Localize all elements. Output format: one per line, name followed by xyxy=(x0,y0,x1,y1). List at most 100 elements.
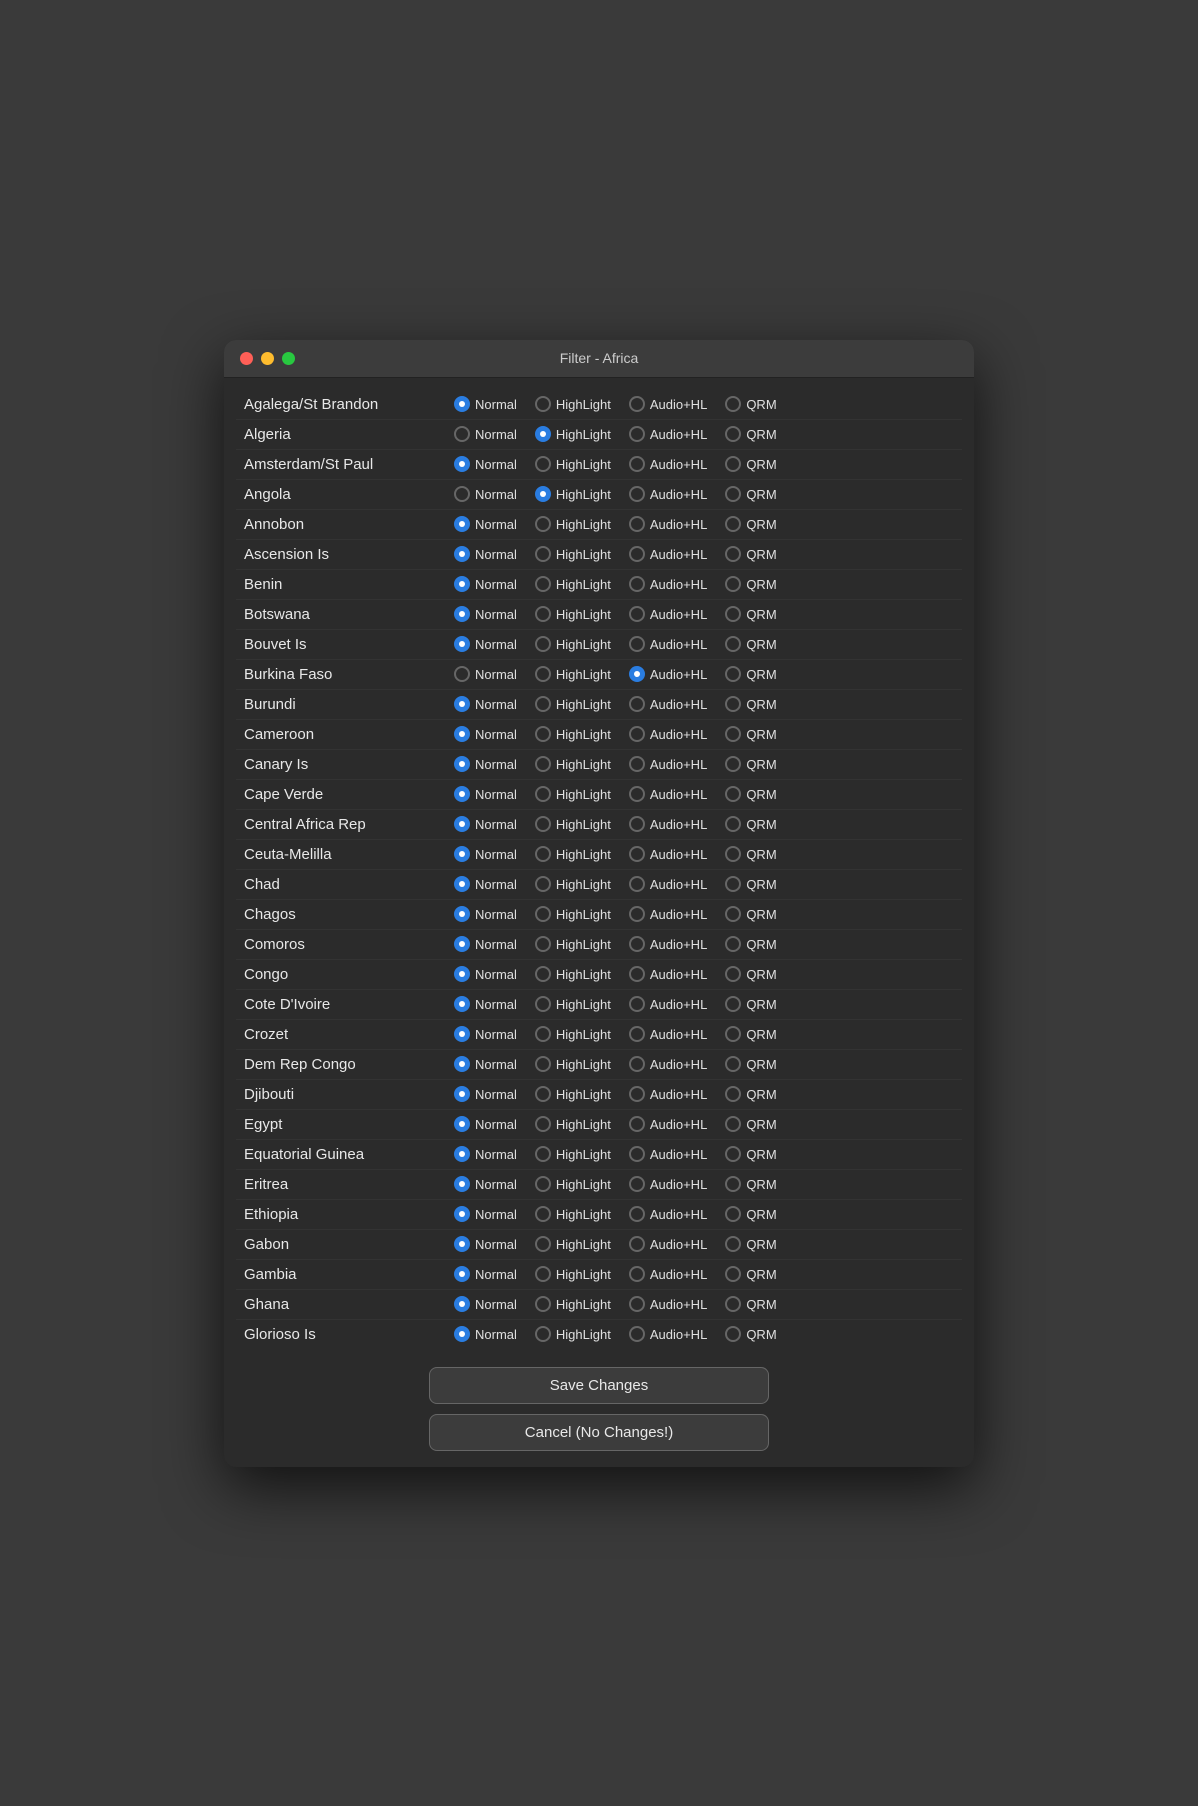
radio-circle[interactable] xyxy=(535,906,551,922)
scroll-area[interactable]: Agalega/St BrandonNormalHighLightAudio+H… xyxy=(236,390,962,1349)
radio-circle[interactable] xyxy=(725,606,741,622)
radio-circle[interactable] xyxy=(454,756,470,772)
radio-option[interactable]: HighLight xyxy=(535,516,611,532)
radio-circle[interactable] xyxy=(629,1056,645,1072)
radio-option[interactable]: HighLight xyxy=(535,846,611,862)
radio-circle[interactable] xyxy=(725,1296,741,1312)
radio-circle[interactable] xyxy=(629,786,645,802)
radio-circle[interactable] xyxy=(629,1146,645,1162)
radio-circle[interactable] xyxy=(725,1146,741,1162)
radio-option[interactable]: Audio+HL xyxy=(629,1056,707,1072)
radio-option[interactable]: Normal xyxy=(454,846,517,862)
radio-option[interactable]: HighLight xyxy=(535,576,611,592)
radio-circle[interactable] xyxy=(629,1296,645,1312)
radio-circle[interactable] xyxy=(629,1326,645,1342)
radio-option[interactable]: QRM xyxy=(725,726,776,742)
radio-option[interactable]: QRM xyxy=(725,1176,776,1192)
radio-circle[interactable] xyxy=(454,996,470,1012)
radio-option[interactable]: Audio+HL xyxy=(629,696,707,712)
radio-option[interactable]: HighLight xyxy=(535,1116,611,1132)
radio-option[interactable]: Normal xyxy=(454,1266,517,1282)
radio-option[interactable]: QRM xyxy=(725,996,776,1012)
radio-circle[interactable] xyxy=(629,1026,645,1042)
radio-circle[interactable] xyxy=(454,516,470,532)
radio-option[interactable]: QRM xyxy=(725,1236,776,1252)
radio-circle[interactable] xyxy=(535,1326,551,1342)
radio-option[interactable]: HighLight xyxy=(535,726,611,742)
radio-option[interactable]: QRM xyxy=(725,486,776,502)
radio-option[interactable]: QRM xyxy=(725,606,776,622)
radio-option[interactable]: Normal xyxy=(454,636,517,652)
radio-option[interactable]: HighLight xyxy=(535,1266,611,1282)
radio-option[interactable]: Normal xyxy=(454,456,517,472)
cancel-button[interactable]: Cancel (No Changes!) xyxy=(429,1414,769,1451)
radio-circle[interactable] xyxy=(535,516,551,532)
radio-option[interactable]: HighLight xyxy=(535,396,611,412)
radio-option[interactable]: Normal xyxy=(454,1326,517,1342)
radio-option[interactable]: HighLight xyxy=(535,996,611,1012)
radio-option[interactable]: Normal xyxy=(454,1116,517,1132)
radio-option[interactable]: HighLight xyxy=(535,1056,611,1072)
radio-option[interactable]: Normal xyxy=(454,1056,517,1072)
radio-circle[interactable] xyxy=(454,906,470,922)
radio-option[interactable]: HighLight xyxy=(535,456,611,472)
radio-option[interactable]: HighLight xyxy=(535,696,611,712)
radio-option[interactable]: QRM xyxy=(725,456,776,472)
radio-option[interactable]: QRM xyxy=(725,1206,776,1222)
radio-circle[interactable] xyxy=(454,1326,470,1342)
radio-option[interactable]: Normal xyxy=(454,876,517,892)
radio-option[interactable]: Audio+HL xyxy=(629,1116,707,1132)
radio-option[interactable]: Audio+HL xyxy=(629,756,707,772)
radio-circle[interactable] xyxy=(454,456,470,472)
radio-option[interactable]: QRM xyxy=(725,636,776,652)
maximize-button[interactable] xyxy=(282,352,295,365)
radio-option[interactable]: Normal xyxy=(454,1146,517,1162)
radio-option[interactable]: HighLight xyxy=(535,1206,611,1222)
radio-option[interactable]: Normal xyxy=(454,1176,517,1192)
radio-option[interactable]: Audio+HL xyxy=(629,426,707,442)
radio-circle[interactable] xyxy=(629,696,645,712)
radio-option[interactable]: Audio+HL xyxy=(629,876,707,892)
radio-option[interactable]: HighLight xyxy=(535,1086,611,1102)
radio-circle[interactable] xyxy=(535,966,551,982)
radio-option[interactable]: Audio+HL xyxy=(629,1266,707,1282)
radio-circle[interactable] xyxy=(725,666,741,682)
radio-circle[interactable] xyxy=(454,1146,470,1162)
radio-option[interactable]: HighLight xyxy=(535,1176,611,1192)
radio-circle[interactable] xyxy=(454,966,470,982)
radio-circle[interactable] xyxy=(629,876,645,892)
radio-option[interactable]: QRM xyxy=(725,426,776,442)
radio-circle[interactable] xyxy=(535,696,551,712)
radio-option[interactable]: QRM xyxy=(725,576,776,592)
radio-circle[interactable] xyxy=(535,1116,551,1132)
radio-option[interactable]: HighLight xyxy=(535,546,611,562)
radio-circle[interactable] xyxy=(725,1266,741,1282)
radio-option[interactable]: Normal xyxy=(454,1296,517,1312)
radio-circle[interactable] xyxy=(629,1116,645,1132)
radio-circle[interactable] xyxy=(535,1086,551,1102)
radio-circle[interactable] xyxy=(725,756,741,772)
radio-circle[interactable] xyxy=(629,1206,645,1222)
radio-circle[interactable] xyxy=(629,396,645,412)
radio-option[interactable]: QRM xyxy=(725,756,776,772)
radio-option[interactable]: HighLight xyxy=(535,816,611,832)
radio-circle[interactable] xyxy=(454,726,470,742)
radio-option[interactable]: Audio+HL xyxy=(629,996,707,1012)
radio-circle[interactable] xyxy=(725,996,741,1012)
radio-option[interactable]: Audio+HL xyxy=(629,666,707,682)
radio-option[interactable]: Normal xyxy=(454,546,517,562)
radio-option[interactable]: Audio+HL xyxy=(629,1146,707,1162)
radio-circle[interactable] xyxy=(725,876,741,892)
radio-option[interactable]: HighLight xyxy=(535,1296,611,1312)
radio-circle[interactable] xyxy=(725,906,741,922)
radio-circle[interactable] xyxy=(454,1056,470,1072)
radio-option[interactable]: Normal xyxy=(454,1236,517,1252)
radio-option[interactable]: Normal xyxy=(454,666,517,682)
radio-option[interactable]: Audio+HL xyxy=(629,936,707,952)
radio-option[interactable]: Audio+HL xyxy=(629,846,707,862)
radio-option[interactable]: Audio+HL xyxy=(629,816,707,832)
minimize-button[interactable] xyxy=(261,352,274,365)
radio-option[interactable]: QRM xyxy=(725,1026,776,1042)
radio-option[interactable]: HighLight xyxy=(535,1026,611,1042)
radio-circle[interactable] xyxy=(454,1116,470,1132)
